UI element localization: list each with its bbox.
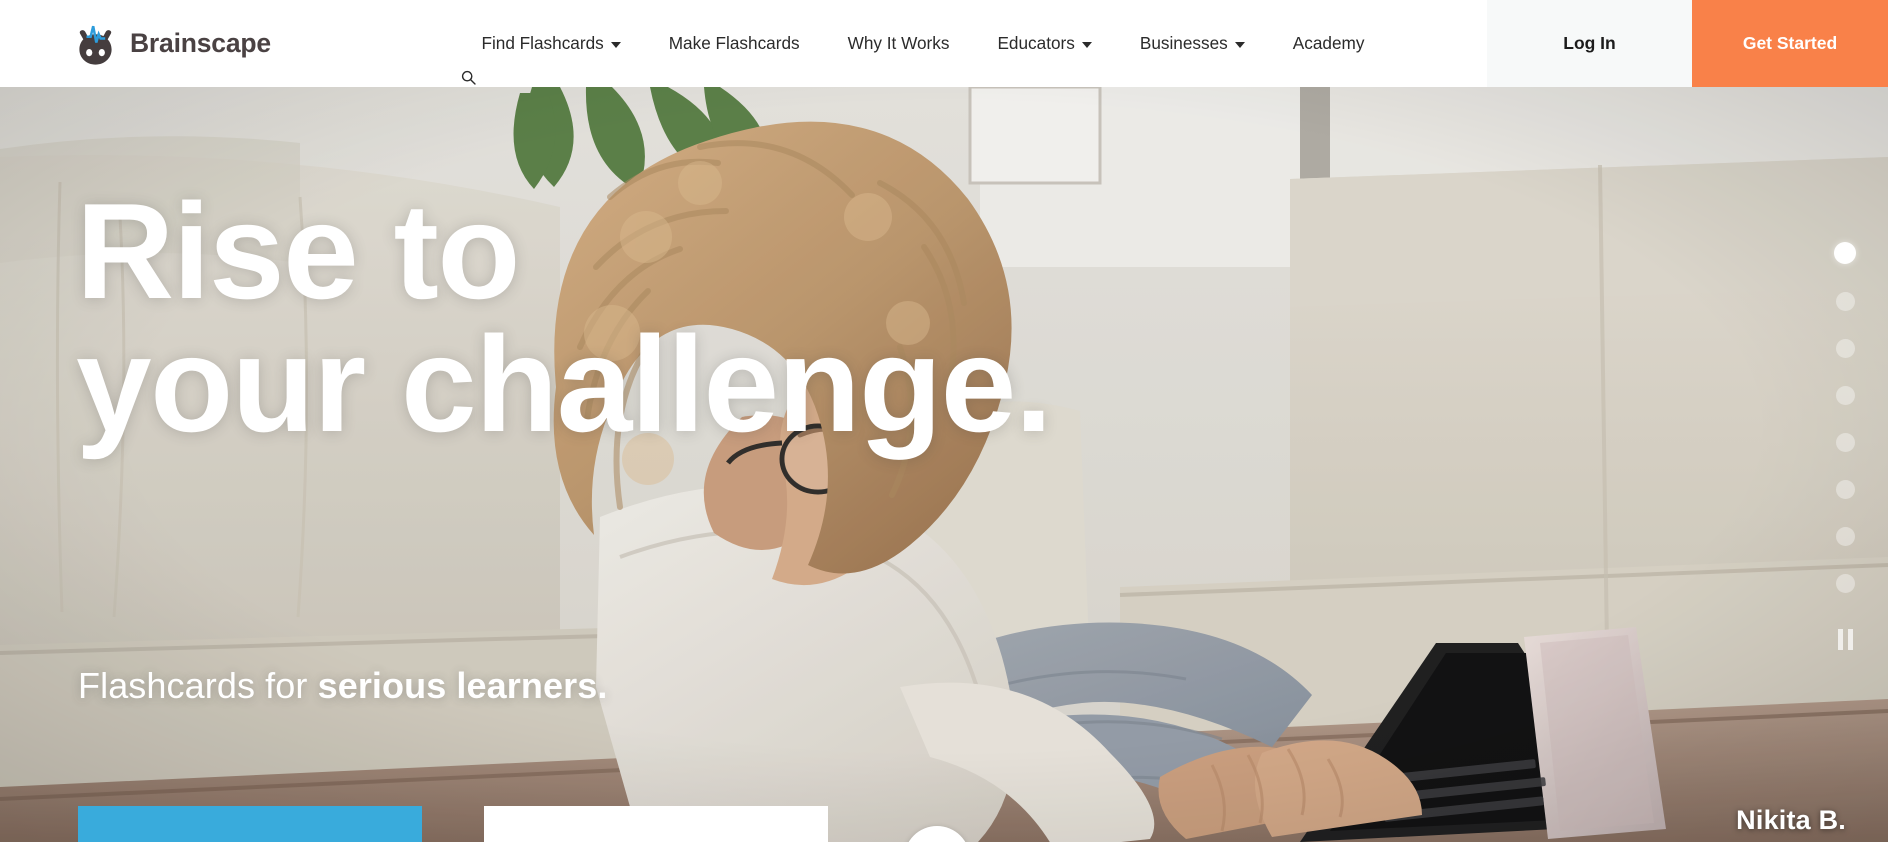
- hero-content: Rise to your challenge. Flashcards for s…: [0, 87, 1888, 842]
- hero-section: Rise to your challenge. Flashcards for s…: [0, 87, 1888, 842]
- nav-item-academy[interactable]: Academy: [1269, 0, 1389, 87]
- nav-item-find-flashcards[interactable]: Find Flashcards: [437, 0, 644, 87]
- find-flashcards-button[interactable]: Find Flashcards: [78, 806, 422, 842]
- slide-dot-icon-3[interactable]: [1835, 339, 1855, 358]
- brand-name: Brainscape: [130, 28, 271, 58]
- chevron-down-icon: [1234, 41, 1245, 48]
- brainscape-head-pulse-logo-icon: [72, 23, 119, 65]
- search-icon: [461, 36, 477, 85]
- chevron-down-icon: [1081, 41, 1092, 48]
- main-navigation: Find Flashcards Make Flashcards Why It W…: [281, 0, 1487, 87]
- slide-caption-name: Nikita B.: [1736, 805, 1846, 835]
- nav-label: Make Flashcards: [668, 33, 800, 53]
- slide-dot-icon-8[interactable]: [1835, 574, 1855, 593]
- nav-item-why-it-works[interactable]: Why It Works: [824, 0, 974, 87]
- slide-dot-icon-2[interactable]: [1835, 292, 1855, 311]
- hero-title-line-1: Rise to: [76, 175, 520, 327]
- pause-icon[interactable]: [1837, 629, 1853, 650]
- nav-item-businesses[interactable]: Businesses: [1116, 0, 1269, 87]
- hero-title-line-2: your challenge.: [76, 308, 1053, 461]
- slide-dot-icon-7[interactable]: [1835, 527, 1855, 546]
- slide-dot-icon-1[interactable]: [1834, 242, 1856, 264]
- site-header: Brainscape Find Flashcards Make Flashcar…: [0, 0, 1888, 87]
- page-title: Rise to your challenge.: [76, 183, 1476, 461]
- log-in-button[interactable]: Log In: [1487, 0, 1692, 87]
- hero-slider-controls: [1828, 242, 1862, 650]
- slide-dot-icon-4[interactable]: [1835, 386, 1855, 405]
- watch-video-button[interactable]: Watch Video: [904, 826, 1107, 842]
- nav-label: Academy: [1292, 33, 1365, 53]
- make-flashcards-button[interactable]: Make Flashcards: [484, 806, 828, 842]
- slide-dot-icon-5[interactable]: [1835, 433, 1855, 452]
- hero-subtitle: Flashcards for serious learners.: [78, 665, 607, 707]
- play-icon: [904, 826, 970, 842]
- nav-label: Educators: [997, 33, 1075, 53]
- slide-dot-icon-6[interactable]: [1835, 480, 1855, 499]
- hero-subtitle-light: Flashcards for: [78, 665, 318, 706]
- nav-label: Businesses: [1139, 33, 1228, 53]
- hero-cta-row: Find Flashcards Make Flashcards Watch Vi…: [78, 806, 1107, 842]
- hero-subtitle-bold: serious learners.: [317, 665, 608, 706]
- nav-label: Find Flashcards: [481, 33, 604, 53]
- chevron-down-icon: [610, 41, 621, 48]
- nav-item-educators[interactable]: Educators: [973, 0, 1115, 87]
- nav-item-make-flashcards[interactable]: Make Flashcards: [645, 0, 824, 87]
- nav-label: Why It Works: [847, 33, 950, 53]
- brand-logo-link[interactable]: Brainscape: [0, 0, 281, 87]
- get-started-button[interactable]: Get Started: [1692, 0, 1888, 87]
